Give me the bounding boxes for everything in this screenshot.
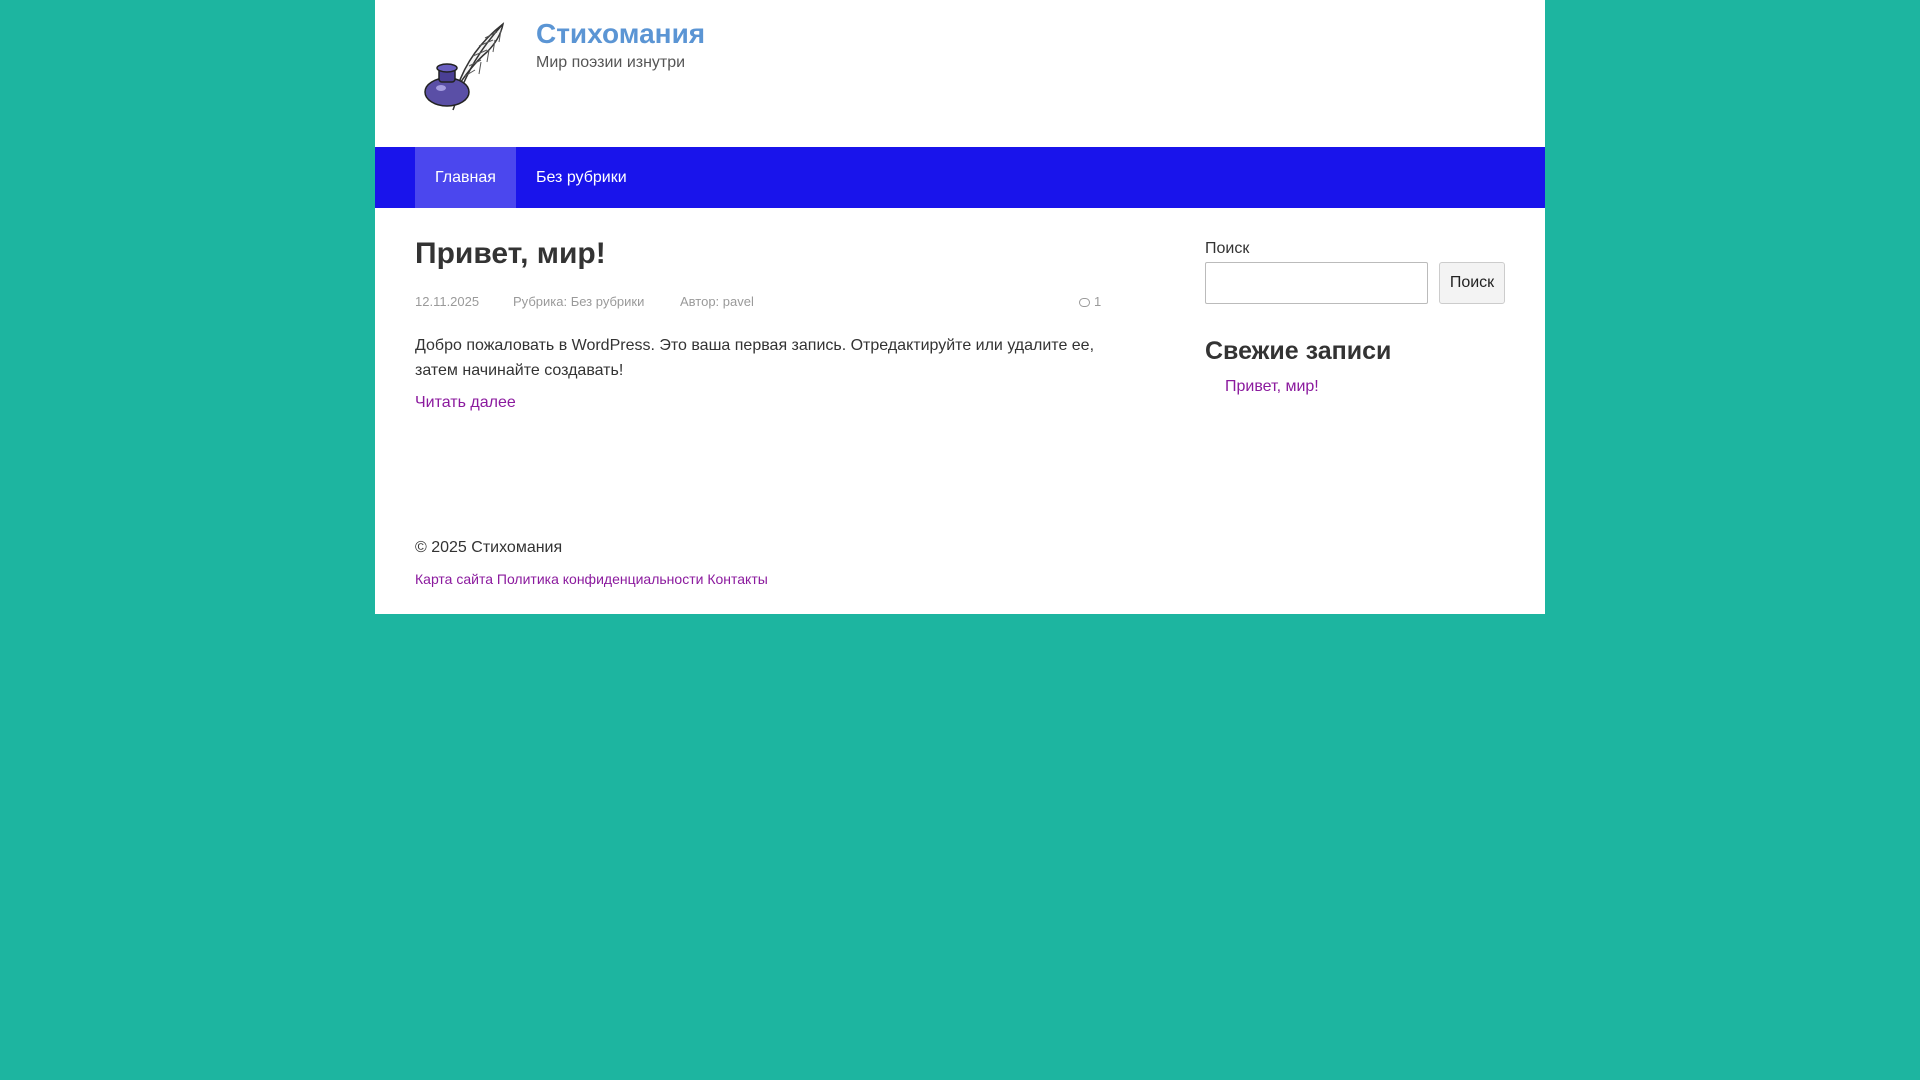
comments-link[interactable]: 1 bbox=[1079, 294, 1101, 310]
category-prefix: Рубрика: bbox=[513, 294, 568, 309]
site-container: Стихомания Мир поэзии изнутри Главная Бе… bbox=[375, 0, 1545, 614]
read-more-link[interactable]: Читать далее bbox=[415, 393, 516, 413]
post-date: 12.11.2025 bbox=[415, 294, 480, 309]
search-button[interactable]: Поиск bbox=[1439, 262, 1505, 304]
author-prefix: Автор: bbox=[680, 294, 720, 309]
inkwell-feather-icon[interactable] bbox=[415, 18, 515, 122]
comments-count: 1 bbox=[1094, 294, 1102, 309]
site-header: Стихомания Мир поэзии изнутри bbox=[375, 0, 1545, 147]
footer-link-contacts[interactable]: Контакты bbox=[707, 571, 767, 587]
recent-post-link[interactable]: Привет, мир! bbox=[1225, 377, 1319, 397]
footer-link-privacy[interactable]: Политика конфиденциальности bbox=[497, 571, 704, 587]
search-input[interactable] bbox=[1205, 262, 1428, 304]
footer-copyright: © 2025 Стихомания bbox=[415, 539, 563, 556]
nav-item-home[interactable]: Главная bbox=[415, 147, 516, 208]
search-label: Поиск bbox=[1205, 240, 1250, 257]
category-link[interactable]: Без рубрики bbox=[571, 294, 645, 309]
post-category: Рубрика: Без рубрики bbox=[513, 294, 644, 310]
nav-item-uncategorized[interactable]: Без рубрики bbox=[516, 147, 647, 208]
post-title[interactable]: Привет, мир! bbox=[415, 236, 606, 272]
main-navigation: Главная Без рубрики bbox=[375, 147, 1545, 208]
post-author: Автор: pavel bbox=[680, 294, 754, 310]
post-excerpt: Добро пожаловать в WordPress. Это ваша п… bbox=[415, 337, 1095, 379]
footer-link-sitemap[interactable]: Карта сайта bbox=[415, 571, 493, 587]
footer-links: Карта сайта Политика конфиденциальности … bbox=[415, 570, 768, 588]
recent-posts-title: Свежие записи bbox=[1205, 337, 1392, 365]
author-link[interactable]: pavel bbox=[723, 294, 754, 309]
site-title[interactable]: Стихомания bbox=[536, 16, 705, 52]
site-description: Мир поэзии изнутри bbox=[536, 54, 686, 71]
comment-icon bbox=[1079, 298, 1090, 307]
